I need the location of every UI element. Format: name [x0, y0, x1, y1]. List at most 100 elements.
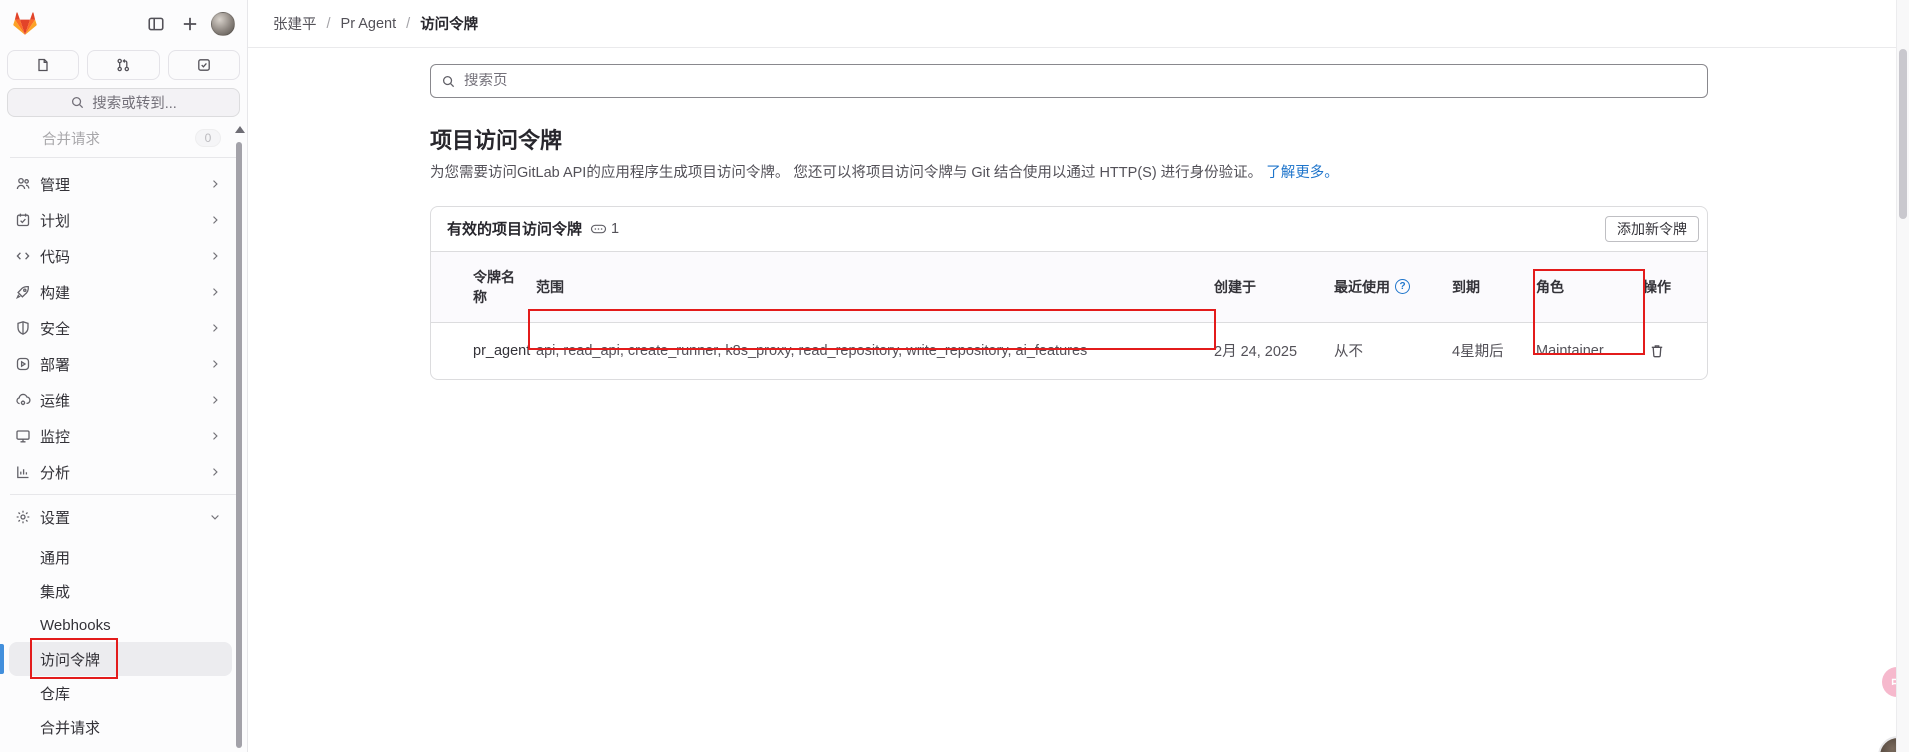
sidebar-collapse-button[interactable] [143, 11, 169, 37]
chevron-down-icon [209, 511, 221, 523]
col-header-expires: 到期 [1442, 252, 1526, 323]
sidebar-item-merge-requests-scrolled[interactable]: 合并请求 0 [0, 126, 247, 150]
gear-icon [15, 509, 31, 525]
app-window: 搜索或转到... 合并请求 0 管理 计划 代码 [0, 0, 1909, 752]
sidebar-subitem-merge-requests[interactable]: 合并请求 [9, 710, 232, 744]
sidebar-subitem-repository[interactable]: 仓库 [9, 676, 232, 710]
breadcrumb-separator: / [327, 16, 331, 32]
token-count-value: 1 [611, 221, 619, 237]
table-row: pr_agent api, read_api, create_runner, k… [431, 322, 1707, 379]
sidebar: 搜索或转到... 合并请求 0 管理 计划 代码 [0, 0, 248, 752]
gitlab-logo-icon[interactable] [12, 11, 38, 37]
manage-icon [15, 176, 31, 192]
user-avatar[interactable] [211, 12, 235, 36]
token-name-cell: pr_agent [431, 322, 526, 379]
breadcrumb-project[interactable]: Pr Agent [341, 16, 397, 32]
page-search-input[interactable] [464, 73, 1697, 89]
col-header-actions: 操作 [1633, 252, 1707, 323]
issues-shortcut-button[interactable] [7, 50, 79, 80]
sidebar-header [0, 0, 247, 48]
sidebar-subitem-general[interactable]: 通用 [9, 540, 232, 574]
todo-shortcut-button[interactable] [168, 50, 240, 80]
merge-requests-count-badge: 0 [195, 129, 221, 147]
chevron-right-icon [209, 358, 221, 370]
col-header-role: 角色 [1526, 252, 1633, 323]
sidebar-subitem-access-tokens[interactable]: 访问令牌 [9, 642, 232, 676]
tokens-table: 令牌名称 范围 创建于 最近使用 ? 到期 角色 [431, 252, 1707, 379]
page-scrollbar-thumb[interactable] [1899, 49, 1907, 219]
chevron-right-icon [209, 286, 221, 298]
sidebar-nav: 管理 计划 代码 构建 安全 [0, 166, 247, 752]
help-icon[interactable]: ? [1395, 279, 1410, 294]
sidebar-search-placeholder: 搜索或转到... [92, 92, 177, 113]
breadcrumb-user[interactable]: 张建平 [273, 13, 317, 34]
chevron-right-icon [209, 430, 221, 442]
build-rocket-icon [15, 284, 31, 300]
sidebar-subitem-integrations[interactable]: 集成 [9, 574, 232, 608]
chevron-right-icon [209, 214, 221, 226]
col-header-last-used: 最近使用 ? [1324, 252, 1442, 323]
breadcrumb: 张建平 / Pr Agent / 访问令牌 [273, 13, 478, 34]
create-new-button[interactable] [177, 11, 203, 37]
sidebar-item-operate[interactable]: 运维 [0, 382, 247, 418]
plan-icon [15, 212, 31, 228]
sidebar-item-secure[interactable]: 安全 [0, 310, 247, 346]
merge-requests-shortcut-button[interactable] [87, 50, 159, 80]
page-content: 项目访问令牌 为您需要访问GitLab API的应用程序生成项目访问令牌。 您还… [248, 48, 1909, 380]
sidebar-item-settings[interactable]: 设置 [0, 499, 247, 535]
sidebar-scrollbar-thumb[interactable] [236, 142, 242, 748]
col-header-token-name: 令牌名称 [431, 252, 526, 323]
cloud-gear-icon [15, 392, 31, 408]
settings-sub-list: 通用 集成 Webhooks 访问令牌 仓库 合并请求 CI/CD [0, 540, 247, 752]
delete-token-button[interactable] [1643, 337, 1671, 365]
chevron-right-icon [209, 178, 221, 190]
col-header-scopes: 范围 [526, 252, 1204, 323]
sidebar-search[interactable]: 搜索或转到... [7, 88, 240, 117]
access-tokens-panel: 有效的项目访问令牌 1 添加新令牌 令牌名称 [430, 206, 1708, 380]
sidebar-item-deploy[interactable]: 部署 [0, 346, 247, 382]
sidebar-subitem-cicd[interactable]: CI/CD [9, 744, 232, 752]
sidebar-item-build[interactable]: 构建 [0, 274, 247, 310]
search-icon [441, 74, 456, 89]
sidebar-item-monitor[interactable]: 监控 [0, 418, 247, 454]
learn-more-link[interactable]: 了解更多。 [1266, 165, 1339, 181]
panel-header: 有效的项目访问令牌 1 添加新令牌 [431, 207, 1707, 252]
page-description: 为您需要访问GitLab API的应用程序生成项目访问令牌。 您还可以将项目访问… [430, 164, 1708, 184]
token-actions-cell [1633, 322, 1707, 379]
sidebar-divider [10, 157, 237, 158]
main-area: 张建平 / Pr Agent / 访问令牌 项目访问令牌 为您需要访问GitLa… [248, 0, 1909, 752]
chart-icon [15, 464, 31, 480]
panel-title: 有效的项目访问令牌 [447, 218, 582, 239]
issues-icon [35, 57, 51, 73]
col-header-created: 创建于 [1204, 252, 1324, 323]
breadcrumb-separator: / [406, 16, 410, 32]
sidebar-divider [10, 494, 237, 495]
sidebar-item-manage[interactable]: 管理 [0, 166, 247, 202]
chevron-right-icon [209, 250, 221, 262]
chevron-right-icon [209, 322, 221, 334]
sidebar-subitem-webhooks[interactable]: Webhooks [9, 608, 232, 642]
token-created-cell: 2月 24, 2025 [1204, 322, 1324, 379]
page-title: 项目访问令牌 [430, 123, 1708, 155]
search-icon [70, 95, 85, 110]
token-count: 1 [590, 221, 619, 237]
chevron-right-icon [209, 394, 221, 406]
table-header-row: 令牌名称 范围 创建于 最近使用 ? 到期 角色 [431, 252, 1707, 323]
sidebar-scrollbar[interactable] [233, 122, 246, 752]
shield-icon [15, 320, 31, 336]
sidebar-item-plan[interactable]: 计划 [0, 202, 247, 238]
page-scrollbar[interactable] [1896, 0, 1909, 752]
deploy-icon [15, 356, 31, 372]
token-role-cell: Maintainer [1526, 322, 1633, 379]
breadcrumb-current: 访问令牌 [420, 13, 478, 34]
sidebar-item-code[interactable]: 代码 [0, 238, 247, 274]
scroll-up-arrow-icon[interactable] [235, 126, 245, 133]
monitor-icon [15, 428, 31, 444]
sidebar-item-analyze[interactable]: 分析 [0, 454, 247, 490]
sidebar-shortcuts [7, 50, 240, 80]
token-scopes-cell: api, read_api, create_runner, k8s_proxy,… [526, 322, 1204, 379]
merge-request-icon [115, 57, 131, 73]
token-last-used-cell: 从不 [1324, 322, 1442, 379]
add-new-token-button[interactable]: 添加新令牌 [1605, 216, 1699, 242]
todo-check-icon [196, 57, 212, 73]
